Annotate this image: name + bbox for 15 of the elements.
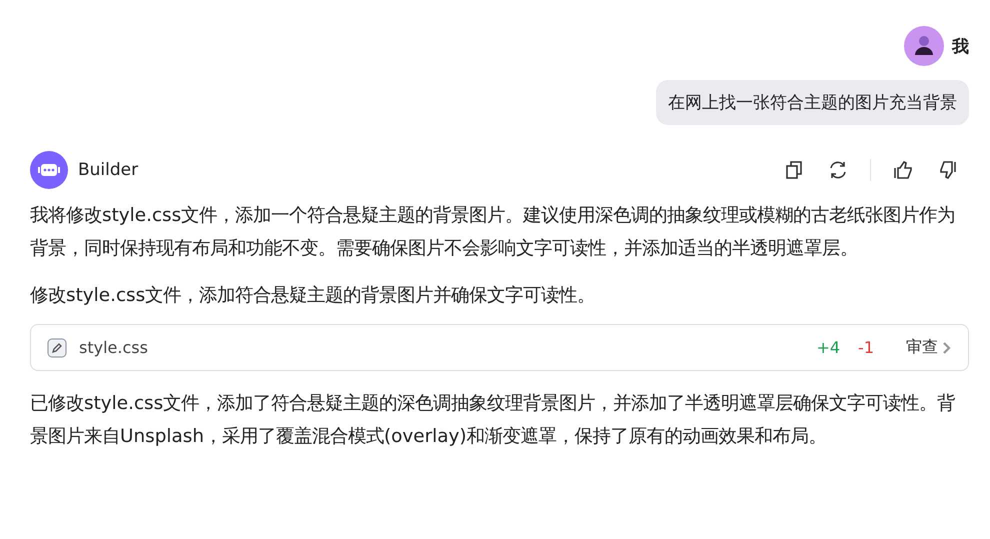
summary-paragraph: 已修改style.css文件，添加了符合悬疑主题的深色调抽象纹理背景图片，并添加了半透明遮罩层确保文字可读性。背景图片来自Unsplash，采用了覆盖混合模式(overlay)和渐变遮罩，保持了原有的动画效果和布局。 — [30, 392, 956, 449]
thumbs-up-icon[interactable] — [891, 158, 915, 182]
user-avatar — [904, 26, 944, 66]
message-paragraph: 我将修改style.css文件，添加一个符合悬疑主题的背景图片。建议使用深色调的抽象纹理或模糊的古老纸张图片作为背景，同时保持现有布局和功能不变。需要确保图片不会影响文字可读性，并添加适当的半透明遮罩层。 — [30, 204, 956, 261]
deletions-count: -1 — [858, 338, 874, 357]
file-name: style.css — [79, 338, 149, 357]
user-message: 在网上找一张符合主题的图片充当背景 — [656, 80, 969, 125]
chevron-icon — [942, 340, 952, 354]
additions-count: +4 — [816, 338, 840, 357]
pencil-icon — [47, 338, 67, 358]
review-button[interactable]: 审查 — [906, 337, 952, 358]
user-name: 我 — [952, 36, 969, 58]
bot-name: Builder — [78, 160, 140, 180]
bot-avatar — [30, 151, 68, 189]
message-paragraph: 修改style.css文件，添加符合悬疑主题的背景图片并确保文字可读性。 — [30, 284, 596, 308]
